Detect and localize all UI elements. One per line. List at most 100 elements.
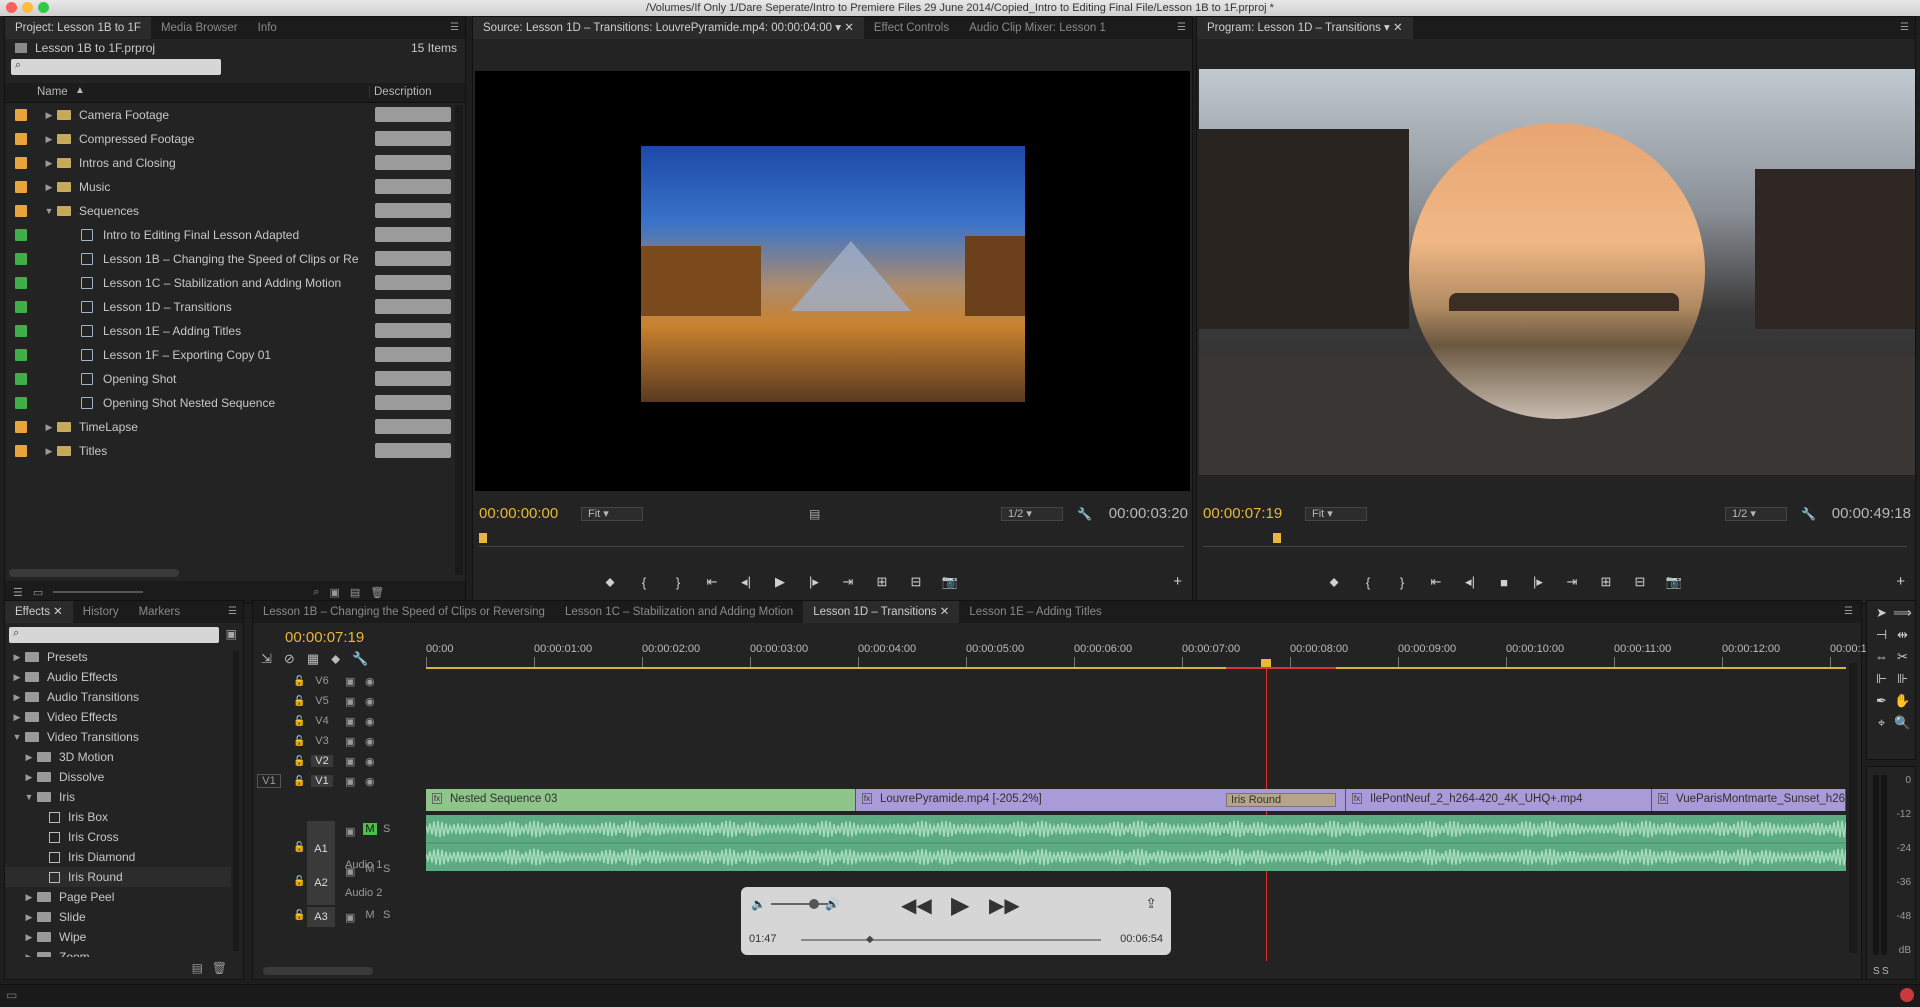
sync-lock-icon[interactable]: ▣ bbox=[345, 911, 355, 924]
label-color-swatch[interactable] bbox=[15, 301, 27, 313]
description-field[interactable] bbox=[375, 323, 451, 338]
volume-slider[interactable] bbox=[771, 903, 831, 905]
col-desc[interactable]: Description bbox=[369, 86, 432, 98]
project-search[interactable]: ⌕ bbox=[11, 59, 221, 75]
tab-effects[interactable]: Effects ✕ bbox=[5, 601, 73, 623]
tab-program[interactable]: Program: Lesson 1D – Transitions ▾ ✕ bbox=[1197, 17, 1413, 39]
source-add-button-icon[interactable]: + bbox=[1173, 573, 1182, 590]
disclosure-closed-icon[interactable]: ▶ bbox=[41, 446, 57, 457]
volume-knob[interactable] bbox=[809, 899, 819, 909]
zoom-window-icon[interactable] bbox=[38, 2, 49, 13]
zoom-slider[interactable] bbox=[53, 591, 144, 593]
label-color-swatch[interactable] bbox=[15, 397, 27, 409]
timeline-wrench-icon[interactable]: 🔧 bbox=[352, 651, 368, 671]
disclosure-closed-icon[interactable]: ▶ bbox=[41, 110, 57, 121]
project-bin-row[interactable]: ▶ Compressed Footage bbox=[5, 127, 465, 151]
panel-menu-icon[interactable]: ☰ bbox=[450, 22, 459, 33]
program-timecode[interactable]: 00:00:07:19 bbox=[1203, 505, 1282, 522]
disclosure-closed-icon[interactable]: ▶ bbox=[21, 892, 37, 903]
disclosure-closed-icon[interactable]: ▶ bbox=[41, 134, 57, 145]
effects-folder-row[interactable]: ▶ Wipe bbox=[5, 927, 231, 947]
effects-folder-row[interactable]: ▶ Page Peel bbox=[5, 887, 231, 907]
source-timecode[interactable]: 00:00:00:00 bbox=[479, 505, 558, 522]
overlay-play-icon[interactable]: ▶ bbox=[951, 891, 969, 920]
video-track-header[interactable]: 🔓 V6 ▣ ◉ bbox=[253, 671, 425, 691]
rate-stretch-tool-icon[interactable]: ⇔ bbox=[1871, 649, 1892, 665]
disclosure-closed-icon[interactable]: ▶ bbox=[41, 182, 57, 193]
tab-info[interactable]: Info bbox=[248, 17, 287, 39]
video-track-header[interactable]: 🔓 V3 ▣ ◉ bbox=[253, 731, 425, 751]
zoom-tool-icon[interactable]: 🔍 bbox=[1892, 715, 1913, 731]
timeline-timecode[interactable]: 00:00:07:19 bbox=[285, 629, 364, 646]
close-tab-icon[interactable]: ✕ bbox=[937, 606, 950, 618]
label-color-swatch[interactable] bbox=[15, 325, 27, 337]
label-color-swatch[interactable] bbox=[15, 421, 27, 433]
step-forward-icon[interactable]: |▸ bbox=[797, 574, 831, 590]
toggle-output-eye-icon[interactable]: ◉ bbox=[365, 695, 375, 708]
fx-badge-icon[interactable]: fx bbox=[1658, 793, 1668, 804]
sync-lock-icon[interactable]: ▣ bbox=[345, 715, 355, 728]
description-field[interactable] bbox=[375, 179, 451, 194]
source-menu-icon[interactable]: ☰ bbox=[1177, 22, 1186, 33]
tab-sequence[interactable]: Lesson 1B – Changing the Speed of Clips … bbox=[253, 601, 555, 623]
description-field[interactable] bbox=[375, 107, 451, 122]
timeline-clip[interactable]: fx IlePontNeuf_2_h264-420_4K_UHQ+.mp4 bbox=[1346, 789, 1652, 811]
timeline-clip[interactable]: fx Nested Sequence 03 bbox=[426, 789, 856, 811]
disclosure-closed-icon[interactable]: ▶ bbox=[21, 752, 37, 763]
effects-item-row[interactable]: Iris Round bbox=[5, 867, 231, 887]
disclosure-closed-icon[interactable]: ▶ bbox=[9, 672, 25, 683]
fx-badge-icon[interactable]: fx bbox=[862, 793, 872, 804]
audio-track-header[interactable]: 🔓 A2 ▣ M S Audio 2 bbox=[253, 861, 425, 905]
mute-track-button[interactable]: M bbox=[363, 909, 377, 921]
overlay-progress-knob[interactable]: ◆ bbox=[866, 934, 874, 945]
effects-folder-row[interactable]: ▶ Slide bbox=[5, 907, 231, 927]
fx-badge-icon[interactable]: fx bbox=[432, 793, 442, 804]
track-lock-icon[interactable]: 🔓 bbox=[293, 756, 305, 767]
tab-markers[interactable]: Markers bbox=[129, 601, 191, 623]
project-bin-row[interactable]: ▼ Sequences bbox=[5, 199, 465, 223]
effects-menu-icon[interactable]: ☰ bbox=[228, 606, 237, 617]
description-field[interactable] bbox=[375, 371, 451, 386]
source-fit-dropdown[interactable]: Fit ▾ bbox=[581, 507, 643, 521]
timeline-menu-icon[interactable]: ☰ bbox=[1844, 606, 1853, 617]
timeline-playhead[interactable] bbox=[1266, 661, 1267, 961]
description-field[interactable] bbox=[375, 131, 451, 146]
effects-folder-row[interactable]: ▶ Presets bbox=[5, 647, 231, 667]
fx-badge-icon[interactable]: fx bbox=[1352, 793, 1362, 804]
description-field[interactable] bbox=[375, 419, 451, 434]
track-select-tool-icon[interactable]: ⟹ bbox=[1892, 605, 1913, 621]
effects-folder-row[interactable]: ▼ Video Transitions bbox=[5, 727, 231, 747]
project-bin-row[interactable]: ▶ TimeLapse bbox=[5, 415, 465, 439]
razor-tool-icon[interactable]: ✂ bbox=[1892, 649, 1913, 665]
label-color-swatch[interactable] bbox=[15, 157, 27, 169]
source-patch-v1[interactable]: V1 bbox=[257, 774, 281, 788]
audio-track-header[interactable]: 🔓 A3 ▣ M S bbox=[253, 907, 425, 927]
solo-track-button[interactable]: S bbox=[383, 863, 390, 875]
timeline-vscroll[interactable] bbox=[1849, 663, 1857, 953]
track-lock-icon[interactable]: 🔓 bbox=[293, 776, 305, 787]
disclosure-closed-icon[interactable]: ▶ bbox=[9, 652, 25, 663]
tab-sequence[interactable]: Lesson 1E – Adding Titles bbox=[959, 601, 1111, 623]
trash-icon[interactable]: 🗑 bbox=[370, 586, 384, 599]
add-marker-timeline-icon[interactable]: ▦ bbox=[307, 651, 319, 671]
track-label[interactable]: A2 bbox=[307, 861, 335, 905]
project-sequence-row[interactable]: Opening Shot bbox=[5, 367, 465, 391]
snap-icon[interactable]: ⇲ bbox=[261, 651, 272, 671]
share-icon[interactable]: ⇪ bbox=[1145, 895, 1157, 912]
track-lock-icon[interactable]: 🔓 bbox=[293, 736, 305, 747]
toggle-output-eye-icon[interactable]: ◉ bbox=[365, 735, 375, 748]
tab-project[interactable]: Project: Lesson 1B to 1F bbox=[5, 17, 151, 39]
project-sequence-row[interactable]: Opening Shot Nested Sequence bbox=[5, 391, 465, 415]
effects-new-folder-icon[interactable]: ▤ bbox=[192, 961, 203, 975]
program-mark-in-icon[interactable]: { bbox=[1351, 575, 1385, 590]
hand-tool-icon[interactable]: ✋ bbox=[1892, 693, 1913, 709]
description-field[interactable] bbox=[375, 395, 451, 410]
video-track-header[interactable]: 🔓 V4 ▣ ◉ bbox=[253, 711, 425, 731]
program-add-button-icon[interactable]: + bbox=[1896, 573, 1905, 590]
linked-selection-icon[interactable]: ⊘ bbox=[284, 651, 295, 671]
tab-sequence[interactable]: Lesson 1D – Transitions ✕ bbox=[803, 601, 960, 623]
close-window-icon[interactable] bbox=[6, 2, 17, 13]
effects-folder-row[interactable]: ▶ 3D Motion bbox=[5, 747, 231, 767]
icon-view-icon[interactable]: ▭ bbox=[33, 586, 43, 599]
program-step-forward-icon[interactable]: |▸ bbox=[1521, 574, 1555, 590]
